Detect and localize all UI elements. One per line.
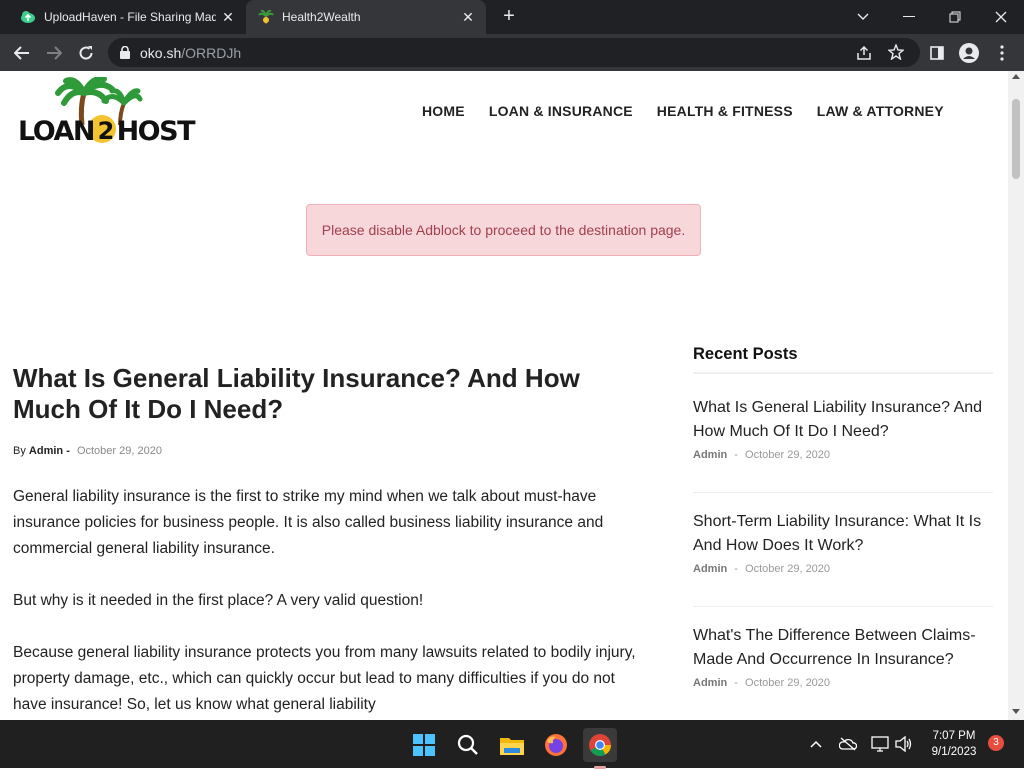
url-host: oko.sh: [140, 44, 182, 61]
back-arrow-icon[interactable]: [8, 39, 36, 67]
logo-text-loan: LOAN: [18, 115, 95, 147]
url-path: /ORRDJh: [181, 44, 242, 61]
recent-post-meta: Admin - October 29, 2020: [693, 563, 993, 575]
article-title: What Is General Liability Insurance? And…: [13, 363, 580, 424]
recent-post-dash: -: [734, 563, 738, 575]
nav-law-attorney[interactable]: LAW & ATTORNEY: [817, 103, 944, 119]
article-byline: By Admin - October 29, 2020: [13, 445, 162, 457]
profile-icon[interactable]: [955, 39, 983, 67]
tab-uploadhaven[interactable]: UploadHaven - File Sharing Made Simple ✕: [8, 0, 246, 34]
tab-health2wealth[interactable]: Health2Wealth ✕: [246, 0, 486, 34]
recent-post: What's The Difference Between Claims-Mad…: [693, 624, 993, 689]
adblock-alert: Please disable Adblock to proceed to the…: [306, 204, 701, 256]
close-tab-icon[interactable]: ✕: [216, 9, 240, 26]
post-divider: [693, 492, 993, 493]
close-window-icon[interactable]: [978, 0, 1024, 34]
main-navigation: HOME LOAN & INSURANCE HEALTH & FITNESS L…: [422, 103, 944, 119]
clock-date: 9/1/2023: [931, 746, 977, 758]
cloud-icon: [20, 9, 36, 25]
menu-dots-icon[interactable]: [988, 39, 1016, 67]
new-tab-button[interactable]: +: [498, 5, 520, 27]
recent-post-date: October 29, 2020: [745, 449, 831, 461]
recent-post-author[interactable]: Admin: [693, 563, 727, 575]
share-icon[interactable]: [856, 45, 872, 61]
recent-post-author[interactable]: Admin: [693, 449, 727, 461]
chrome-icon[interactable]: [583, 728, 617, 769]
recent-post-dash: -: [734, 677, 738, 689]
lock-icon[interactable]: [120, 46, 130, 59]
scrollbar-thumb[interactable]: [1012, 99, 1020, 179]
minimize-icon[interactable]: [886, 0, 932, 34]
volume-icon[interactable]: [894, 734, 914, 754]
web-page: LOAN 2 HOST HOME LOAN & INSURANCE HEALTH…: [0, 71, 1008, 720]
site-logo[interactable]: LOAN 2 HOST: [16, 75, 196, 155]
file-explorer-icon[interactable]: [495, 728, 529, 762]
side-panel-icon[interactable]: [923, 39, 951, 67]
tab-title: UploadHaven - File Sharing Made Simple: [44, 10, 216, 24]
nav-loan-insurance[interactable]: LOAN & INSURANCE: [489, 103, 633, 119]
reload-icon[interactable]: [72, 39, 100, 67]
forward-arrow-icon[interactable]: [40, 39, 68, 67]
bookmark-star-icon[interactable]: [888, 44, 904, 60]
start-windows-icon[interactable]: [407, 728, 441, 762]
search-icon[interactable]: [451, 728, 485, 762]
recent-post-title[interactable]: What Is General Liability Insurance? And…: [693, 396, 993, 444]
byline-date[interactable]: October 29, 2020: [77, 445, 162, 457]
scroll-up-arrow-icon[interactable]: [1012, 74, 1020, 79]
address-bar[interactable]: oko.sh/ORRDJh: [108, 38, 920, 67]
article-paragraph: But why is it needed in the first place?…: [13, 592, 424, 609]
logo-text-host: HOST: [116, 115, 196, 147]
byline-dash: -: [66, 445, 70, 457]
close-tab-icon[interactable]: ✕: [456, 9, 480, 26]
recent-post-date: October 29, 2020: [745, 563, 831, 575]
nav-health-fitness[interactable]: HEALTH & FITNESS: [657, 103, 793, 119]
windows-taskbar: 7:07 PM 9/1/2023 3: [0, 720, 1024, 769]
recent-post-title[interactable]: What's The Difference Between Claims-Mad…: [693, 624, 993, 672]
article-paragraph: General liability insurance is the first…: [13, 488, 604, 557]
page-scrollbar[interactable]: [1008, 71, 1024, 720]
system-clock[interactable]: 7:07 PM 9/1/2023: [920, 728, 988, 760]
recent-post-date: October 29, 2020: [745, 677, 831, 689]
browser-tab-strip: UploadHaven - File Sharing Made Simple ✕…: [0, 0, 1024, 34]
byline-author[interactable]: Admin: [29, 445, 63, 457]
recent-post-dash: -: [734, 449, 738, 461]
recent-posts-heading: Recent Posts: [693, 345, 798, 363]
heading-divider: [693, 372, 993, 374]
palm-tree-icon: [258, 9, 274, 25]
post-divider: [693, 606, 993, 607]
chevron-up-icon[interactable]: [806, 734, 826, 754]
clock-time: 7:07 PM: [932, 730, 976, 742]
recent-post-meta: Admin - October 29, 2020: [693, 677, 993, 689]
tab-search-icon[interactable]: [840, 0, 886, 34]
logo-text-two: 2: [97, 117, 115, 145]
recent-post: Short-Term Liability Insurance: What It …: [693, 510, 993, 575]
restore-icon[interactable]: [932, 0, 978, 34]
recent-post: What Is General Liability Insurance? And…: [693, 396, 993, 461]
recent-post-title[interactable]: Short-Term Liability Insurance: What It …: [693, 510, 993, 558]
byline-prefix: By: [13, 445, 26, 457]
scroll-down-arrow-icon[interactable]: [1012, 709, 1020, 714]
onedrive-off-icon[interactable]: [838, 734, 858, 754]
article-paragraph: Because general liability insurance prot…: [13, 644, 636, 713]
nav-home[interactable]: HOME: [422, 103, 465, 119]
tab-title: Health2Wealth: [282, 10, 361, 24]
network-icon[interactable]: [870, 734, 890, 754]
browser-toolbar: oko.sh/ORRDJh: [0, 34, 1024, 71]
recent-post-meta: Admin - October 29, 2020: [693, 449, 993, 461]
firefox-icon[interactable]: [539, 728, 573, 762]
recent-post-author[interactable]: Admin: [693, 677, 727, 689]
notification-badge[interactable]: 3: [988, 735, 1004, 751]
